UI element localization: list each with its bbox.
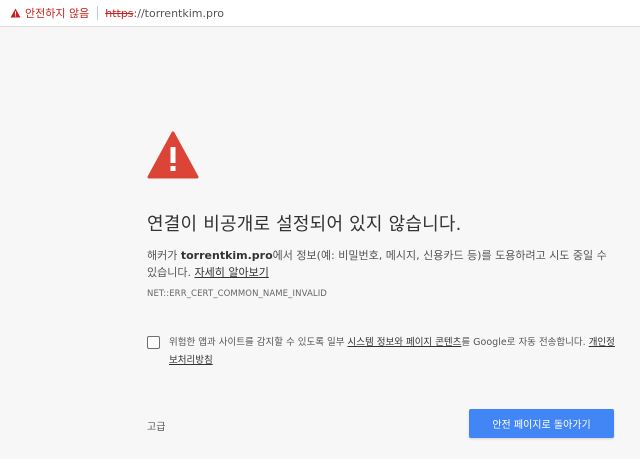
url-scheme: https	[105, 6, 134, 20]
optin-text: 위험한 앱과 사이트를 감지할 수 있도록 일부 시스템 정보와 페이지 콘텐츠…	[169, 334, 617, 370]
optin-text-before: 위험한 앱과 사이트를 감지할 수 있도록 일부	[169, 337, 348, 348]
error-code[interactable]: NET::ERR_CERT_COMMON_NAME_INVALID	[147, 289, 327, 299]
warning-triangle-icon	[147, 131, 199, 179]
security-label: 안전하지 않음	[25, 7, 90, 20]
security-chip[interactable]: 안전하지 않음	[10, 5, 89, 21]
desc-domain: torrentkim.pro	[180, 249, 273, 262]
system-info-link[interactable]: 시스템 정보와 페이지 콘텐츠	[347, 337, 461, 348]
desc-text-before: 해커가	[147, 249, 181, 262]
advanced-button[interactable]: 고급	[147, 418, 165, 433]
learn-more-link[interactable]: 자세히 알아보기	[194, 266, 268, 279]
optin-checkbox[interactable]	[147, 336, 160, 349]
back-to-safety-button[interactable]: 안전 페이지로 돌아가기	[469, 409, 614, 438]
warning-description: 해커가 torrentkim.pro에서 정보(예: 비밀번호, 메시지, 신용…	[147, 247, 617, 281]
optin-text-after: 를 Google로 자동 전송합니다.	[461, 337, 589, 348]
safe-browsing-optin: 위험한 앱과 사이트를 감지할 수 있도록 일부 시스템 정보와 페이지 콘텐츠…	[147, 334, 617, 370]
address-bar[interactable]: 안전하지 않음 https://torrentkim.pro	[0, 0, 640, 27]
url-host: ://torrentkim.pro	[133, 6, 224, 20]
omnibox-divider	[97, 6, 99, 20]
url-text[interactable]: https://torrentkim.pro	[105, 7, 224, 20]
page-title: 연결이 비공개로 설정되어 있지 않습니다.	[147, 214, 462, 235]
not-secure-icon	[10, 8, 21, 18]
